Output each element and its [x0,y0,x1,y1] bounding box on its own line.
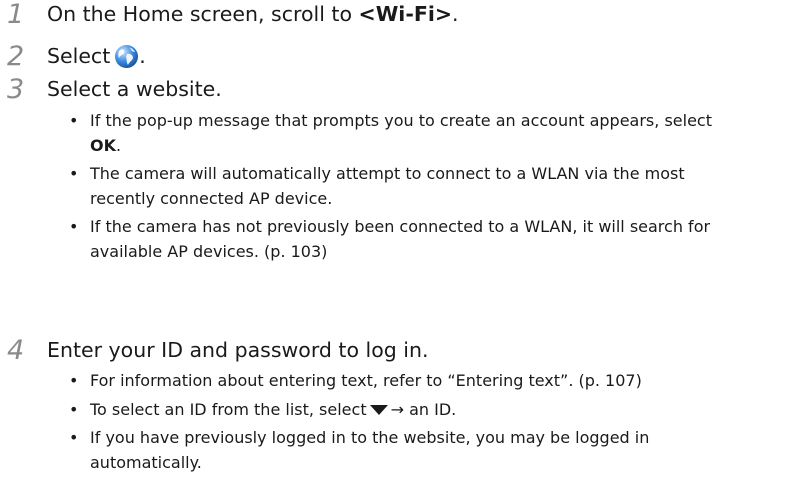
ok-label: OK [90,135,116,155]
bullet-item: If you have previously logged in to the … [67,426,649,475]
step-number: 3 [7,74,25,105]
globe-icon [114,44,139,69]
step-text: Select a website. [47,77,222,101]
step-number: 4 [7,335,25,366]
bullet-line: The camera will automatically attempt to… [90,164,685,183]
bullet-line: automatically. [90,452,202,472]
bullet-line: For information about entering text, ref… [90,371,642,390]
bullet-line: If you have previously logged in to the … [90,428,650,447]
bullet-item: The camera will automatically attempt to… [67,162,712,211]
step-text-before: Select [47,44,111,68]
bullet-after: → an ID. [390,399,457,419]
step-text: On the Home screen, scroll to <Wi-Fi>. [47,1,459,28]
bullet-item: If the pop-up message that prompts you t… [67,109,712,158]
bullet-item: If the camera has not previously been co… [67,215,712,264]
step-4-bullets: For information about entering text, ref… [67,369,649,479]
bullet-item: For information about entering text, ref… [67,369,649,394]
step-text: Select . [47,43,146,70]
step-text-after: . [452,2,459,26]
step-text: Enter your ID and password to log in. [47,338,429,362]
bullet-line: OK. [90,134,712,159]
bullet-line: To select an ID from the list, select → a… [90,398,649,423]
step-3-bullets: If the pop-up message that prompts you t… [67,109,712,268]
down-triangle-icon [369,399,389,415]
bullet-line: available AP devices. (p. 103) [90,241,328,261]
step-text-bold: <Wi-Fi> [358,2,453,26]
bullet-before: To select an ID from the list, select [90,399,367,419]
step-number: 2 [7,41,25,72]
step-text-after: . [139,44,146,68]
bullet-item: To select an ID from the list, select → a… [67,398,649,423]
bullet-after: . [116,135,122,155]
bullet-line: recently connected AP device. [90,188,333,208]
step-number: 1 [7,0,25,30]
step-text-before: On the Home screen, scroll to [47,2,359,26]
bullet-line: If the pop-up message that prompts you t… [90,111,712,130]
bullet-line: If the camera has not previously been co… [90,217,711,236]
